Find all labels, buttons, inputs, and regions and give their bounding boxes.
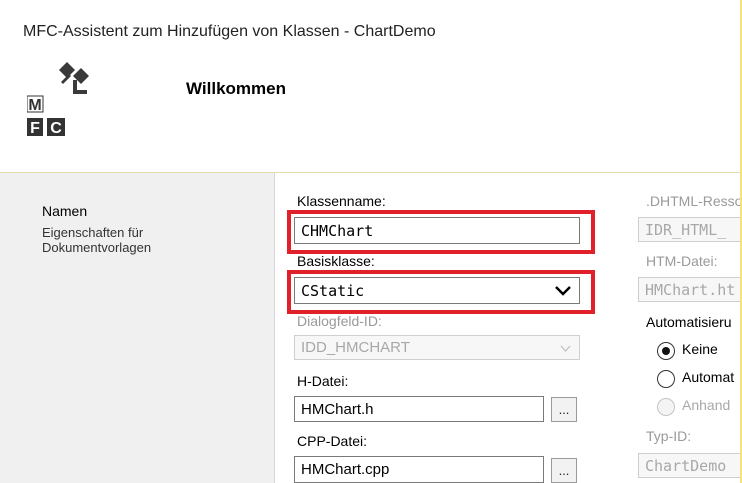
- cpp-file-browse-button[interactable]: ...: [551, 458, 577, 483]
- sidebar-divider: [274, 173, 275, 483]
- radio-selected-dot: [662, 347, 670, 355]
- dhtml-resource-input[interactable]: IDR_HTML_: [638, 217, 740, 242]
- logo-letter-f: F: [30, 120, 40, 137]
- cpp-file-input[interactable]: HMChart.cpp: [294, 456, 544, 483]
- class-name-label: Klassenname:: [297, 193, 386, 209]
- dialog-id-label: Dialogfeld-ID:: [297, 313, 382, 329]
- class-name-input[interactable]: CHMChart: [294, 217, 580, 244]
- logo-letter-c: C: [50, 120, 62, 137]
- automation-automat-radio[interactable]: [657, 370, 675, 388]
- base-class-value: CStatic: [301, 281, 365, 300]
- sidebar-item-namen[interactable]: Namen: [42, 203, 87, 219]
- automation-none-label[interactable]: Keine: [682, 341, 718, 357]
- htm-file-label: HTM-Datei:: [646, 253, 718, 269]
- h-file-input[interactable]: HMChart.h: [294, 396, 544, 422]
- dhtml-resource-label: .DHTML-Resso: [646, 193, 740, 209]
- automation-anhand-radio[interactable]: [657, 398, 675, 416]
- sidebar-item-eigenschaften[interactable]: Eigenschaften für Dokumentvorlagen: [42, 225, 202, 255]
- mfc-logo-icon: M F C: [27, 62, 89, 137]
- window-title: MFC-Assistent zum Hinzufügen von Klassen…: [23, 23, 436, 40]
- dialog-id-value: IDD_HMCHART: [301, 339, 410, 356]
- type-id-input[interactable]: ChartDemo: [638, 453, 740, 478]
- cpp-file-label: CPP-Datei:: [297, 433, 368, 449]
- dialog-id-select[interactable]: IDD_HMCHART: [294, 335, 580, 360]
- base-class-label: Basisklasse:: [297, 253, 375, 269]
- page-heading: Willkommen: [186, 79, 286, 98]
- sidebar: [0, 173, 274, 483]
- htm-file-input[interactable]: HMChart.ht: [638, 277, 740, 302]
- automation-label: Automatisieru: [646, 314, 732, 330]
- automation-automat-label[interactable]: Automat: [682, 369, 734, 385]
- chevron-down-icon: [560, 345, 571, 352]
- right-column: .DHTML-Resso IDR_HTML_ HTM-Datei: HMChar…: [600, 180, 740, 483]
- type-id-label: Typ-ID:: [646, 428, 692, 444]
- h-file-label: H-Datei:: [297, 373, 349, 389]
- h-file-browse-button[interactable]: ...: [551, 397, 577, 422]
- automation-none-radio[interactable]: [657, 342, 675, 360]
- logo-letter-m: M: [28, 97, 41, 114]
- base-class-select[interactable]: CStatic: [294, 277, 580, 304]
- chevron-down-icon[interactable]: [555, 285, 571, 297]
- automation-anhand-label[interactable]: Anhand: [682, 397, 730, 413]
